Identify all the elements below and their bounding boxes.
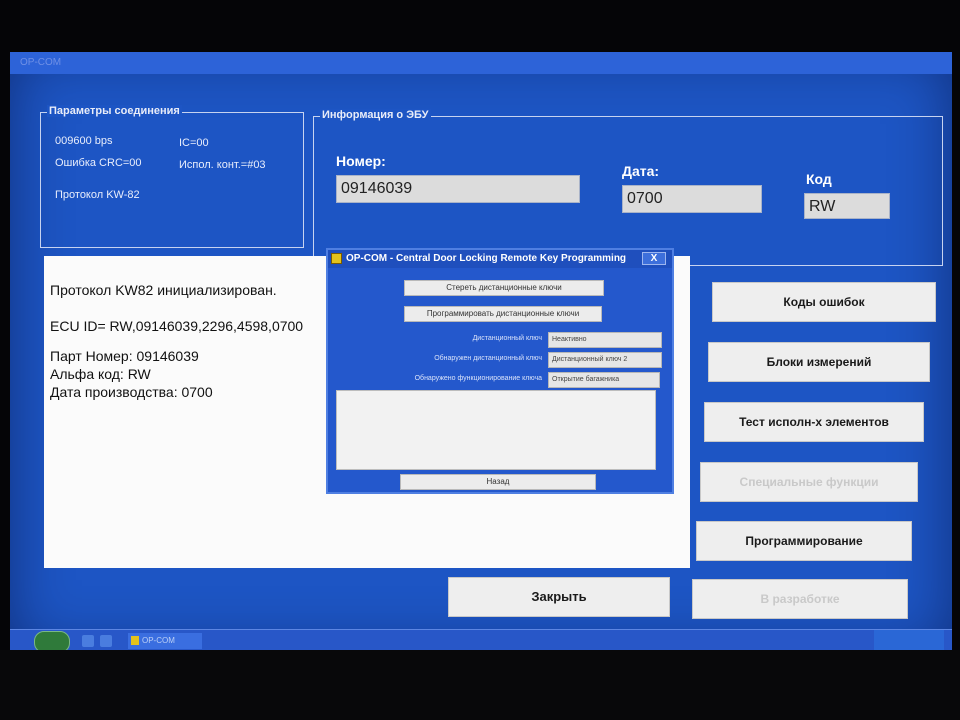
program-keys-button[interactable]: Программировать дистанционные ключи <box>404 306 602 322</box>
taskbar-item-label: OP-COM <box>142 636 175 645</box>
actuator-test-button[interactable]: Тест исполн-х элементов <box>704 402 924 442</box>
special-functions-button[interactable]: Специальные функции <box>700 462 918 502</box>
log-line: ECU ID= RW,09146039,2296,4598,0700 <box>50 318 304 334</box>
baud-rate-text: 009600 bps <box>55 135 113 147</box>
crc-error-text: Ошибка CRC=00 <box>55 157 142 169</box>
dialog-title: OP-COM - Central Door Locking Remote Key… <box>346 253 627 264</box>
ecu-date-label: Дата: <box>622 163 660 179</box>
dialog-message-area <box>336 390 656 470</box>
taskbar-item-opcom[interactable]: OP-COM <box>128 633 202 649</box>
monitor-bezel <box>0 650 960 720</box>
ecu-date-field[interactable]: 0700 <box>622 185 762 213</box>
detected-key-field: Дистанционный ключ 2 <box>548 352 662 368</box>
back-button[interactable]: Назад <box>400 474 596 490</box>
detected-function-label: Обнаружено функционирование ключа <box>414 375 542 382</box>
programming-button[interactable]: Программирование <box>696 521 912 561</box>
detected-function-field: Открытие багажника <box>548 372 660 388</box>
ecu-number-field[interactable]: 09146039 <box>336 175 580 203</box>
connection-params-legend: Параметры соединения <box>47 105 182 117</box>
detected-key-label: Обнаружен дистанционный ключ <box>434 355 542 362</box>
app-icon <box>131 636 139 645</box>
close-icon[interactable]: X <box>642 252 666 265</box>
protocol-text: Протокол KW-82 <box>55 189 140 201</box>
ecu-code-label: Код <box>806 171 832 187</box>
close-button[interactable]: Закрыть <box>448 577 670 617</box>
measure-blocks-button[interactable]: Блоки измерений <box>708 342 930 382</box>
connection-params-group: Параметры соединения 009600 bps IC=00 Ош… <box>40 105 304 248</box>
ecu-code-field[interactable]: RW <box>804 193 890 219</box>
erase-keys-button[interactable]: Стереть дистанционные ключи <box>404 280 604 296</box>
main-window-title: OP-COM <box>20 57 62 68</box>
main-window-titlebar: OP-COM <box>10 52 952 74</box>
system-tray <box>874 630 944 652</box>
log-line: Альфа код: RW <box>50 366 151 382</box>
quicklaunch-icon[interactable] <box>82 635 94 647</box>
log-line: Дата производства: 0700 <box>50 384 213 400</box>
remote-key-dialog: OP-COM - Central Door Locking Remote Key… <box>326 248 674 494</box>
ecu-info-group: Информация о ЭБУ Номер: 09146039 Дата: 0… <box>313 109 943 266</box>
fault-codes-button[interactable]: Коды ошибок <box>712 282 936 322</box>
in-development-button[interactable]: В разработке <box>692 579 908 619</box>
dialog-titlebar: OP-COM - Central Door Locking Remote Key… <box>328 250 672 268</box>
used-contact-text: Испол. конт.=#03 <box>179 159 266 171</box>
app-icon <box>331 253 342 264</box>
ecu-number-label: Номер: <box>336 153 386 169</box>
ecu-info-legend: Информация о ЭБУ <box>320 109 431 121</box>
quicklaunch-icon[interactable] <box>100 635 112 647</box>
log-line: Протокол KW82 инициализирован. <box>50 282 277 298</box>
log-line: Парт Номер: 09146039 <box>50 348 199 364</box>
start-button[interactable] <box>34 631 70 652</box>
taskbar: OP-COM <box>10 629 952 652</box>
ic-text: IC=00 <box>179 137 209 149</box>
remote-key-field: Неактивно <box>548 332 662 348</box>
remote-key-label: Дистанционный ключ <box>472 335 542 342</box>
monitor-screen: OP-COM Параметры соединения 009600 bps I… <box>10 52 952 652</box>
